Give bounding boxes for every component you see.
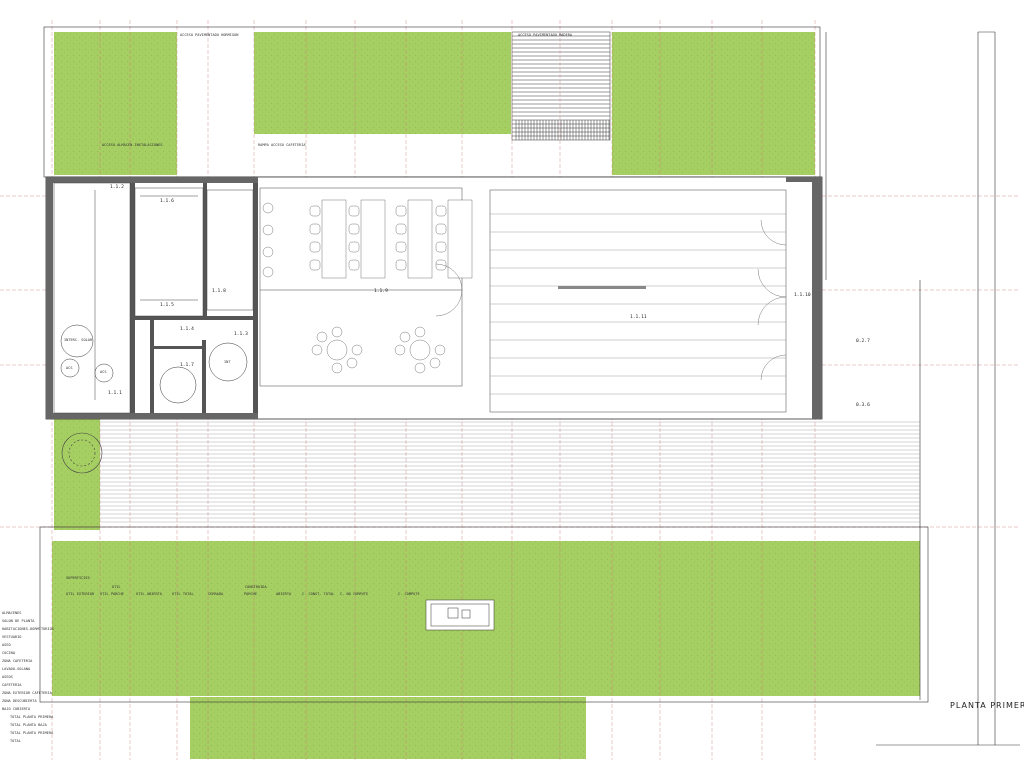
svg-text:1.1.11: 1.1.11 [630, 314, 647, 320]
svg-text:ABIERTA: ABIERTA [276, 592, 292, 596]
svg-text:RAMPA ACCESO CAFETERIA: RAMPA ACCESO CAFETERIA [258, 143, 306, 147]
svg-text:INTERC. SOLAR: INTERC. SOLAR [64, 338, 93, 342]
svg-text:C. COMPUTE: C. COMPUTE [398, 592, 420, 596]
svg-text:1.1.3: 1.1.3 [234, 331, 248, 337]
svg-text:1.1.9: 1.1.9 [374, 288, 388, 294]
table-row-label: TOTAL PLANTA PRIMERA [10, 715, 54, 719]
table-row-label: ZONA EXTERIOR CAFETERIA [2, 691, 53, 695]
table-row-label: ZONA DESCUBIERTA [2, 699, 37, 703]
table-row-label: TOTAL PLANTA PRIMERA [10, 731, 54, 735]
table-row-label: ASEO [2, 643, 11, 647]
svg-text:1.1.8: 1.1.8 [212, 288, 226, 294]
table-row-label: ALMACENES [2, 611, 21, 615]
svg-text:CONSTRUIDA: CONSTRUIDA [245, 585, 267, 589]
table-row-label: VESTUARIO [2, 635, 21, 639]
table-row-label: TOTAL PLANTA BAJA [10, 723, 48, 727]
svg-text:CERRADA: CERRADA [208, 592, 224, 596]
table-row-label: BAJO CUBIERTA [2, 707, 31, 711]
building [45, 176, 823, 420]
table-row-label: LAVADO-SOLANA [2, 667, 31, 671]
svg-text:0.2.7: 0.2.7 [856, 338, 870, 344]
svg-text:UTIL PORCHE: UTIL PORCHE [100, 592, 124, 596]
svg-text:1.1.7: 1.1.7 [180, 362, 194, 368]
svg-text:INT: INT [224, 360, 231, 364]
wood-deck-access [511, 31, 611, 141]
table-row-label: COCINA [2, 651, 16, 655]
svg-text:SUPERFICIES: SUPERFICIES [66, 576, 90, 580]
svg-text:C. NO COMPUTE: C. NO COMPUTE [340, 592, 368, 596]
svg-text:ACS: ACS [66, 366, 73, 370]
drawing-title: PLANTA PRIMERA COTA [950, 701, 1024, 710]
table-row-label: CAFETERIA [2, 683, 22, 687]
svg-text:PORCHE: PORCHE [244, 592, 257, 596]
svg-text:ACCESO PAVIMENTADO HORMIGON: ACCESO PAVIMENTADO HORMIGON [180, 33, 238, 37]
svg-text:1.1.10: 1.1.10 [794, 292, 811, 298]
table-row-label: SALON DE PLANTA [2, 619, 35, 623]
svg-text:1.1.4: 1.1.4 [180, 326, 194, 332]
svg-text:C. CONST. TOTAL: C. CONST. TOTAL [302, 592, 334, 596]
svg-text:ACCESO PAVIMENTADO MADERA: ACCESO PAVIMENTADO MADERA [518, 33, 573, 37]
svg-text:UTIL: UTIL [112, 585, 121, 589]
table-row-label: TOTAL [10, 739, 21, 743]
svg-text:UTIL EXTERIOR: UTIL EXTERIOR [66, 592, 95, 596]
svg-text:ACCESO ALMACEN INSTALACIONES: ACCESO ALMACEN INSTALACIONES [102, 143, 163, 147]
svg-text:1.1.5: 1.1.5 [160, 302, 174, 308]
svg-text:1.1.1: 1.1.1 [108, 390, 122, 396]
svg-text:0.3.6: 0.3.6 [856, 402, 870, 408]
svg-text:UTIL TOTAL: UTIL TOTAL [172, 592, 194, 596]
floor-plan-drawing: ACCESO PAVIMENTADO HORMIGON ACCESO PAVIM… [0, 20, 1024, 760]
table-row-label: ZONA CAFETERIA [2, 659, 33, 663]
svg-text:UTIL ABIERTA: UTIL ABIERTA [136, 592, 163, 596]
roof-skylight [425, 599, 495, 631]
svg-text:1.1.6: 1.1.6 [160, 198, 174, 204]
table-row-label: ASEOS [2, 675, 13, 679]
terrace-deck [100, 421, 920, 523]
table-row-label: HABITACIONES-DORMITORIOS [2, 627, 54, 631]
svg-text:ACS: ACS [100, 370, 107, 374]
svg-text:1.1.2: 1.1.2 [110, 184, 124, 190]
